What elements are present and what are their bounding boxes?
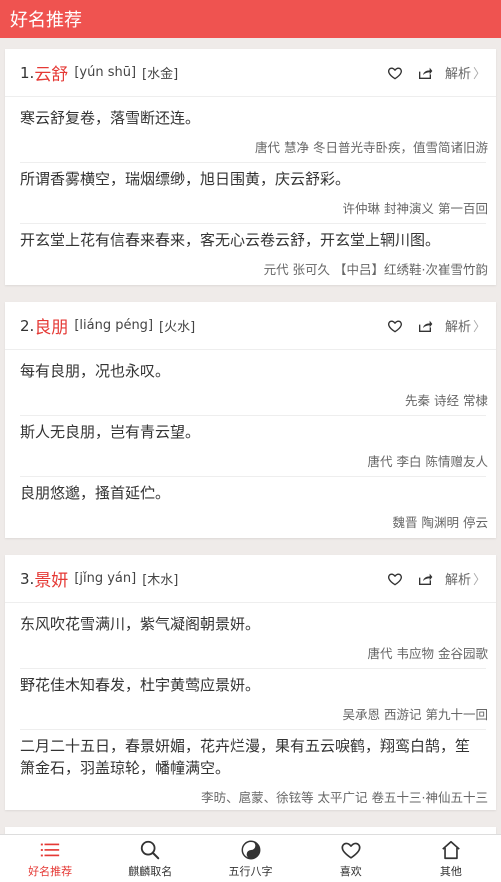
heart-icon[interactable] — [387, 318, 403, 334]
share-icon[interactable] — [417, 65, 433, 81]
card-actions: 解析 〉 — [373, 569, 486, 588]
divider — [20, 476, 486, 477]
card-index: 3. — [20, 569, 35, 588]
quote-text: 野花佳木知春发，杜宇黄莺应景妍。 — [20, 676, 261, 694]
quote-source: 魏晋 陶渊明 停云 — [392, 515, 488, 530]
tab-label: 好名推荐 — [28, 864, 73, 878]
card-index: 2. — [20, 316, 35, 335]
tab-label: 其他 — [439, 864, 462, 878]
tab-qilin-naming[interactable]: 麒麟取名 — [100, 835, 200, 882]
chevron-right-icon: 〉 — [472, 573, 486, 588]
tab-favorites[interactable]: 喜欢 — [301, 835, 401, 882]
tab-recommend[interactable]: 好名推荐 — [0, 835, 100, 882]
quote-item: 每有良朋，况也永叹。 先秦 诗经 常棣 — [5, 360, 496, 409]
quote-item: 二月二十五日，春景妍媚，花卉烂漫，果有五云唳鹤，翔鸾白鹄，笙箫金石，羽盖琼轮，幡… — [5, 735, 496, 806]
divider — [20, 415, 486, 416]
quote-item: 野花佳木知春发，杜宇黄莺应景妍。 吴承恩 西游记 第九十一回 — [5, 674, 496, 723]
share-icon[interactable] — [417, 318, 433, 334]
tab-other[interactable]: 其他 — [401, 835, 501, 882]
tab-label: 喜欢 — [339, 864, 362, 878]
app-header: 好名推荐 — [0, 0, 501, 38]
quote-item: 斯人无良朋，岂有青云望。 唐代 李白 陈情赠友人 — [5, 421, 496, 470]
quote-source: 元代 张可久 【中吕】红绣鞋·次崔雪竹韵 — [263, 262, 488, 277]
name-card: 3. 景妍 [jǐng yán] [木水] 解析 〉 东风吹花雪满川，紫气凝阁朝… — [5, 555, 496, 810]
quote-item: 寒云舒复卷，落雪断还连。 唐代 慧净 冬日普光寺卧疾，值雪简诸旧游 — [5, 107, 496, 156]
detail-link[interactable]: 解析 — [445, 63, 471, 82]
divider — [20, 162, 486, 163]
card-header: 1. 云舒 [yún shū] [水金] 解析 〉 — [5, 49, 496, 97]
list-icon — [40, 843, 60, 856]
card-wuxing: [火水] — [159, 320, 196, 335]
home-icon — [442, 840, 460, 859]
page-title: 好名推荐 — [10, 10, 82, 31]
bottom-tab-bar: 好名推荐 麒麟取名 五行八字 喜欢 其他 — [0, 834, 501, 882]
quote-source: 吴承恩 西游记 第九十一回 — [342, 707, 488, 722]
card-actions: 解析 〉 — [373, 63, 486, 82]
chevron-right-icon: 〉 — [472, 67, 486, 82]
quote-text: 寒云舒复卷，落雪断还连。 — [20, 109, 201, 127]
card-header: 3. 景妍 [jǐng yán] [木水] 解析 〉 — [5, 555, 496, 603]
name-card: 1. 云舒 [yún shū] [水金] 解析 〉 寒云舒复卷，落雪断还连。 唐… — [5, 49, 496, 285]
card-pinyin: [liáng péng] — [74, 318, 154, 333]
card-wuxing: [水金] — [142, 67, 179, 82]
quote-text: 开玄堂上花有信春来春来，客无心云卷云舒，开玄堂上辋川图。 — [20, 231, 441, 249]
quote-text: 所谓香雾横空，瑞烟缥缈，旭日围黄，庆云舒彩。 — [20, 170, 351, 188]
card-header: 2. 良朋 [liáng péng] [火水] 解析 〉 — [5, 302, 496, 350]
tab-label: 麒麟取名 — [128, 864, 173, 878]
quote-source: 唐代 韦应物 金谷园歌 — [367, 646, 488, 661]
quote-source: 许仲琳 封神演义 第一百回 — [342, 201, 488, 216]
name-list[interactable]: 1. 云舒 [yún shū] [水金] 解析 〉 寒云舒复卷，落雪断还连。 唐… — [0, 38, 501, 834]
quote-text: 每有良朋，况也永叹。 — [20, 362, 171, 380]
card-wuxing: [木水] — [142, 573, 179, 588]
heart-icon[interactable] — [387, 571, 403, 587]
detail-link[interactable]: 解析 — [445, 569, 471, 588]
tab-wuxing-bazi[interactable]: 五行八字 — [200, 835, 300, 882]
quote-item: 东风吹花雪满川，紫气凝阁朝景妍。 唐代 韦应物 金谷园歌 — [5, 613, 496, 662]
card-index: 1. — [20, 63, 35, 82]
heart-icon[interactable] — [387, 65, 403, 81]
card-pinyin: [jǐng yán] — [74, 571, 137, 586]
quote-source: 先秦 诗经 常棣 — [405, 393, 488, 408]
name-card — [5, 827, 496, 834]
search-icon — [141, 840, 160, 859]
divider — [20, 668, 486, 669]
quote-text: 斯人无良朋，岂有青云望。 — [20, 423, 201, 441]
quote-source: 唐代 慧净 冬日普光寺卧疾，值雪简诸旧游 — [255, 140, 488, 155]
quote-item: 开玄堂上花有信春来春来，客无心云卷云舒，开玄堂上辋川图。 元代 张可久 【中吕】… — [5, 229, 496, 278]
divider — [20, 729, 486, 730]
heart-icon — [341, 842, 361, 859]
quote-item: 所谓香雾横空，瑞烟缥缈，旭日围黄，庆云舒彩。 许仲琳 封神演义 第一百回 — [5, 168, 496, 217]
quote-text: 东风吹花雪满川，紫气凝阁朝景妍。 — [20, 615, 261, 633]
detail-link[interactable]: 解析 — [445, 316, 471, 335]
name-card: 2. 良朋 [liáng péng] [火水] 解析 〉 每有良朋，况也永叹。 … — [5, 302, 496, 538]
card-pinyin: [yún shū] — [74, 65, 137, 80]
quote-text: 二月二十五日，春景妍媚，花卉烂漫，果有五云唳鹤，翔鸾白鹄，笙箫金石，羽盖琼轮，幡… — [20, 737, 471, 777]
quote-source: 李昉、扈蒙、徐铉等 太平广记 卷五十三·神仙五十三 — [201, 790, 488, 805]
chevron-right-icon: 〉 — [472, 320, 486, 335]
card-actions: 解析 〉 — [373, 316, 486, 335]
tab-label: 五行八字 — [228, 864, 273, 878]
card-name[interactable]: 景妍 — [34, 566, 68, 591]
quote-item: 良朋悠邈，搔首延伫。 魏晋 陶渊明 停云 — [5, 482, 496, 531]
quote-source: 唐代 李白 陈情赠友人 — [367, 454, 488, 469]
card-name[interactable]: 良朋 — [34, 313, 68, 338]
quote-text: 良朋悠邈，搔首延伫。 — [20, 484, 171, 502]
card-name[interactable]: 云舒 — [34, 60, 68, 85]
share-icon[interactable] — [417, 571, 433, 587]
yin-yang-icon — [241, 840, 260, 859]
divider — [20, 223, 486, 224]
